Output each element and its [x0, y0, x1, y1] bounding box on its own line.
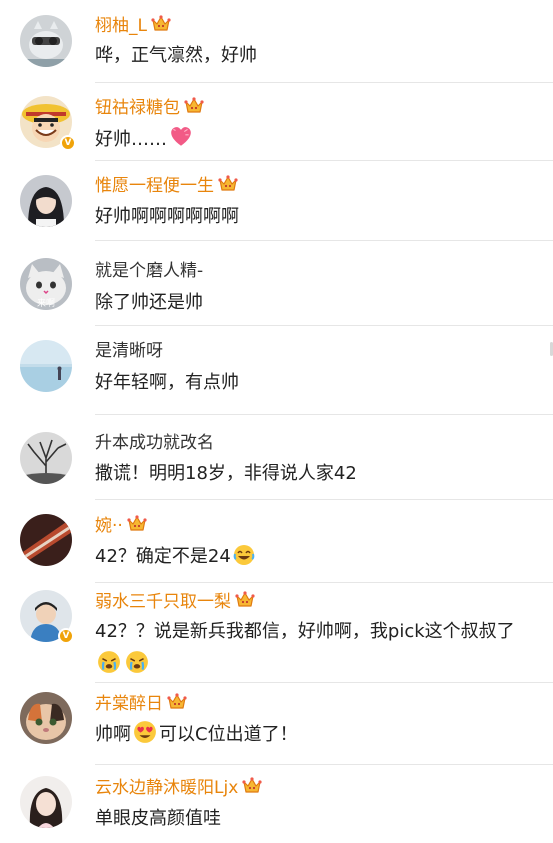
heart-eyes-emoji	[134, 721, 156, 743]
username[interactable]: 就是个磨人精-	[95, 260, 203, 282]
username-text[interactable]: 惟愿一程便一生	[95, 176, 214, 196]
svg-text:来啊: 来啊	[37, 298, 55, 309]
crown-icon	[241, 776, 263, 796]
comment-text-span: 42？？说是新兵我都信，好帅啊，我pick这个叔叔了	[95, 621, 515, 642]
comment-text: 除了帅还是帅	[95, 292, 203, 313]
comment-item: 婉·· 42？确定不是24	[0, 500, 553, 584]
comment-text-span: 帅啊	[95, 724, 131, 745]
username-text[interactable]: 钮祜禄糖包	[95, 98, 180, 118]
crown-icon	[234, 590, 256, 610]
comment-text: 好帅……	[95, 123, 535, 156]
crying-emoji	[98, 651, 120, 673]
comment-item: V 弱水三千只取一梨 42？？说是新兵我都信，好帅啊，我pick这个叔叔了	[0, 584, 553, 684]
username[interactable]: 是清晰呀	[95, 340, 163, 362]
username-text[interactable]: 婉··	[95, 516, 123, 536]
comment-item: 栩柚_L 哗，正气凛然，好帅	[0, 0, 553, 84]
username[interactable]: 卉棠醉日	[95, 692, 188, 715]
comment-text-span: 好帅……	[95, 129, 167, 150]
avatar[interactable]	[20, 692, 72, 744]
divider	[95, 160, 553, 161]
avatar[interactable]	[20, 15, 72, 67]
avatar[interactable]	[20, 340, 72, 392]
comment-item: 升本成功就改名 撒谎！明明18岁，非得说人家42	[0, 416, 553, 502]
comment-text: 单眼皮高颜值哇	[95, 808, 221, 829]
comment-text: 撒谎！明明18岁，非得说人家42	[95, 463, 357, 484]
laugh-emoji	[233, 545, 255, 565]
divider	[95, 82, 553, 83]
avatar[interactable]	[20, 776, 72, 828]
comment-item: 来啊 就是个磨人精- 除了帅还是帅	[0, 242, 553, 326]
divider	[95, 764, 553, 765]
comment-text: 好年轻啊，有点帅	[95, 372, 239, 393]
comment-item: 是清晰呀 好年轻啊，有点帅	[0, 326, 553, 416]
avatar[interactable]	[20, 432, 72, 484]
crown-icon	[150, 14, 172, 34]
comment-text: 42？确定不是24	[95, 540, 535, 573]
avatar[interactable]	[20, 514, 72, 566]
username-text[interactable]: 卉棠醉日	[95, 694, 163, 714]
comment-item: 惟愿一程便一生 好帅啊啊啊啊啊啊	[0, 162, 553, 242]
heart-emoji	[171, 127, 191, 146]
username[interactable]: 弱水三千只取一梨	[95, 590, 256, 613]
crown-icon	[183, 96, 205, 116]
username[interactable]: 钮祜禄糖包	[95, 96, 205, 119]
comment-text: 帅啊 可以C位出道了！	[95, 718, 535, 751]
divider	[95, 682, 553, 683]
divider	[95, 582, 553, 583]
username[interactable]: 云水边静沐暖阳Ljx	[95, 776, 263, 799]
divider	[95, 240, 553, 241]
crown-icon	[166, 692, 188, 712]
comment-text-span: 42？确定不是24	[95, 546, 231, 567]
username[interactable]: 升本成功就改名	[95, 432, 214, 454]
crown-icon	[217, 174, 239, 194]
username[interactable]: 栩柚_L	[95, 14, 172, 37]
crown-icon	[126, 514, 148, 534]
comment-text: 42？？说是新兵我都信，好帅啊，我pick这个叔叔了	[95, 615, 535, 681]
verified-v-icon: V	[60, 135, 76, 151]
username-text[interactable]: 云水边静沐暖阳Ljx	[95, 778, 238, 798]
divider	[95, 414, 553, 415]
username[interactable]: 惟愿一程便一生	[95, 174, 239, 197]
verified-v-icon: V	[58, 628, 74, 644]
comment-text: 好帅啊啊啊啊啊啊	[95, 206, 239, 227]
username[interactable]: 婉··	[95, 514, 148, 537]
username-text[interactable]: 弱水三千只取一梨	[95, 592, 231, 612]
comment-text-span: 可以C位出道了！	[159, 724, 298, 745]
comment-item: V 钮祜禄糖包 好帅……	[0, 84, 553, 162]
comment-item: 云水边静沐暖阳Ljx 单眼皮高颜值哇	[0, 766, 553, 843]
username-text[interactable]: 栩柚_L	[95, 16, 147, 36]
comment-item: 卉棠醉日 帅啊 可以C位出道了！	[0, 684, 553, 766]
avatar[interactable]	[20, 175, 72, 227]
crying-emoji	[126, 651, 148, 673]
comment-text: 哗，正气凛然，好帅	[95, 45, 257, 66]
avatar[interactable]: 来啊	[20, 258, 72, 310]
